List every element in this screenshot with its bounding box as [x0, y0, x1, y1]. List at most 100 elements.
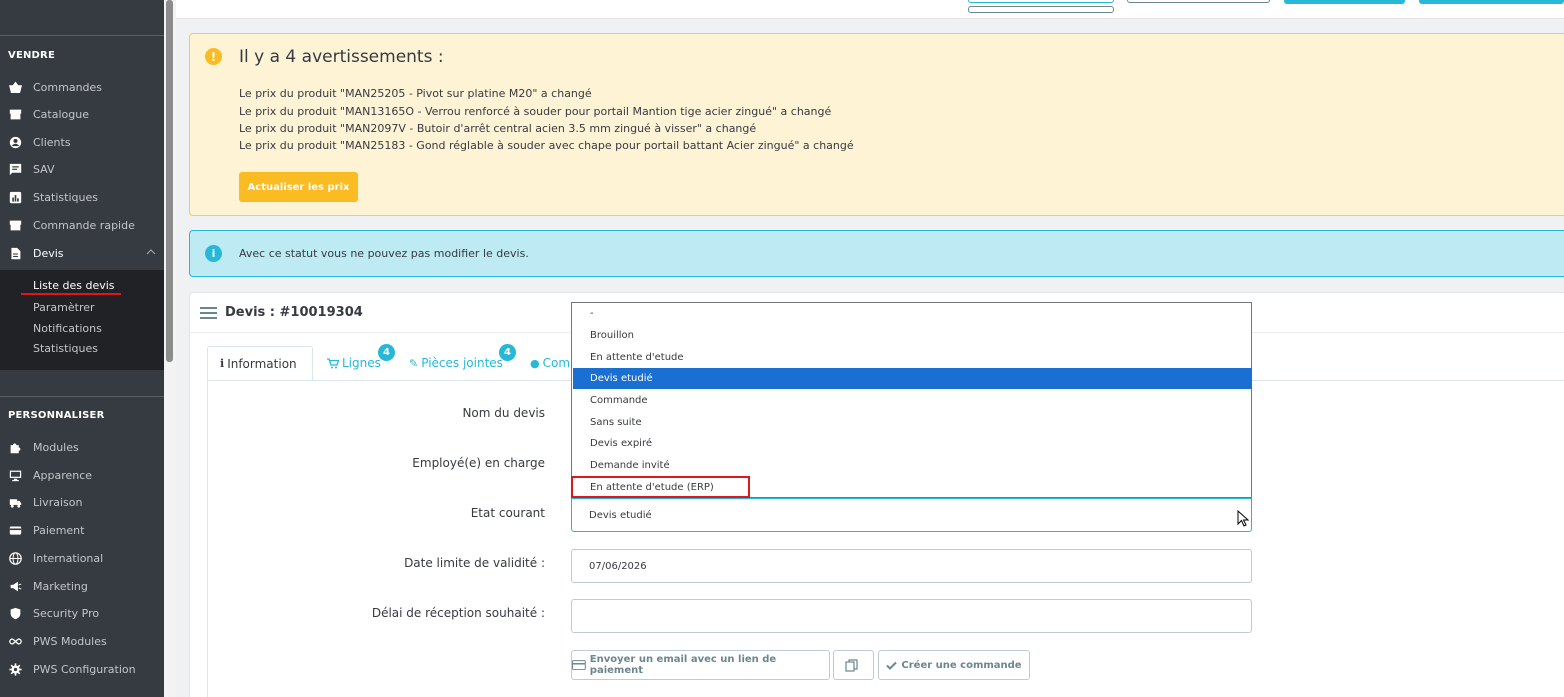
- update-prices-button[interactable]: Actualiser les prix: [239, 172, 358, 202]
- label-date-limite: Date limite de validité :: [404, 556, 545, 570]
- check-icon: [886, 661, 898, 670]
- sidebar-item-pws-modules[interactable]: PWS Modules: [8, 630, 160, 652]
- submenu-item-statistiques[interactable]: Statistiques: [33, 342, 98, 355]
- button-label: Créer une commande: [901, 659, 1022, 671]
- warning-line: Le prix du produit "MAN25205 - Pivot sur…: [239, 87, 592, 100]
- sidebar-item-label: SAV: [33, 162, 55, 176]
- sidebar-item-apparence[interactable]: Apparence: [8, 464, 160, 486]
- tab-label: Com: [542, 356, 571, 370]
- chat-icon: [8, 162, 22, 176]
- header-button[interactable]: [1284, 0, 1405, 4]
- comment-icon: ●: [530, 356, 540, 370]
- header-button[interactable]: [968, 0, 1114, 3]
- sidebar-section-personnaliser: PERSONNALISER: [8, 410, 105, 421]
- sidebar-item-catalogue[interactable]: Catalogue: [8, 103, 160, 125]
- warning-icon: !: [205, 48, 222, 65]
- sidebar-item-sav[interactable]: SAV: [8, 158, 160, 180]
- puzzle-icon: [8, 440, 22, 454]
- dropdown-option[interactable]: -: [573, 303, 1252, 324]
- submenu-item-liste-des-devis[interactable]: Liste des devis: [33, 279, 115, 292]
- store-icon: [8, 107, 22, 121]
- dropdown-option[interactable]: En attente d'etude: [573, 347, 1252, 368]
- paperclip-icon: ✎: [409, 356, 419, 370]
- warning-line: Le prix du produit "MAN25183 - Gond régl…: [239, 139, 854, 152]
- submenu-item-notifications[interactable]: Notifications: [33, 322, 102, 335]
- cart-icon: [327, 357, 339, 368]
- validity-date-input[interactable]: 07/06/2026: [571, 549, 1252, 583]
- tab-label: Pièces jointes: [421, 356, 503, 370]
- sidebar: VENDRE Commandes Catalogue Clients SAV S…: [0, 0, 164, 697]
- sidebar-item-modules[interactable]: Modules: [8, 436, 160, 458]
- sidebar-item-livraison[interactable]: Livraison: [8, 491, 160, 513]
- sidebar-item-label: Clients: [33, 135, 71, 149]
- account-icon: [8, 135, 22, 149]
- sidebar-item-label: Commande rapide: [33, 218, 135, 232]
- sidebar-item-security-pro[interactable]: Security Pro: [8, 602, 160, 624]
- sidebar-item-label: Paiement: [33, 523, 85, 537]
- store-icon: [8, 218, 22, 232]
- sidebar-item-label: Apparence: [33, 468, 93, 482]
- sidebar-item-label: Livraison: [33, 495, 83, 509]
- send-payment-email-button[interactable]: Envoyer un email avec un lien de paiemen…: [571, 650, 830, 680]
- submenu-item-parametrer[interactable]: Paramètrer: [33, 301, 95, 314]
- card-icon: [572, 660, 586, 670]
- basket-icon: [8, 80, 22, 94]
- sidebar-item-commandes[interactable]: Commandes: [8, 76, 160, 98]
- dropdown-option[interactable]: Sans suite: [573, 412, 1252, 433]
- sidebar-item-label: Devis: [33, 246, 64, 260]
- dropdown-option[interactable]: Brouillon: [573, 325, 1252, 346]
- sidebar-item-commande-rapide[interactable]: Commande rapide: [8, 214, 160, 236]
- copy-button[interactable]: [833, 650, 874, 680]
- infinity-icon: [8, 634, 22, 648]
- sidebar-item-statistiques[interactable]: Statistiques: [8, 186, 160, 208]
- sidebar-item-label: Catalogue: [33, 107, 89, 121]
- dropdown-option[interactable]: Commande: [573, 390, 1252, 411]
- warning-alert: ! Il y a 4 avertissements : Le prix du p…: [189, 33, 1564, 216]
- sidebar-divider: [0, 396, 164, 397]
- header-button[interactable]: [1127, 0, 1270, 3]
- sidebar-item-label: Modules: [33, 440, 79, 454]
- sidebar-item-clients[interactable]: Clients: [8, 131, 160, 153]
- red-underline-annotation: [21, 293, 121, 295]
- delivery-delay-input[interactable]: [571, 599, 1252, 633]
- red-highlight-annotation: [571, 476, 750, 498]
- mouse-cursor-icon: [1237, 510, 1250, 527]
- sidebar-item-label: Statistiques: [33, 190, 98, 204]
- info-small-icon: i: [220, 357, 225, 370]
- sidebar-item-label: Security Pro: [33, 606, 100, 620]
- sidebar-item-marketing[interactable]: Marketing: [8, 575, 160, 597]
- label-etat-courant: Etat courant: [470, 506, 545, 520]
- sidebar-item-international[interactable]: International: [8, 547, 160, 569]
- megaphone-icon: [8, 579, 22, 593]
- sidebar-divider: [0, 35, 164, 36]
- sidebar-item-label: International: [33, 551, 104, 565]
- tab-pieces-jointes[interactable]: ✎ Pièces jointes: [397, 346, 515, 380]
- truck-icon: [8, 495, 22, 509]
- dropdown-option[interactable]: Devis expiré: [573, 433, 1252, 454]
- label-employe-en-charge: Employé(e) en charge: [412, 456, 545, 470]
- sidebar-item-label: Commandes: [33, 80, 103, 94]
- info-icon: i: [205, 245, 222, 262]
- warning-line: Le prix du produit "MAN13165O - Verrou r…: [239, 105, 832, 118]
- tab-badge: 4: [378, 344, 395, 361]
- label-delai-reception: Délai de réception souhaité :: [371, 606, 545, 620]
- sidebar-item-paiement[interactable]: Paiement: [8, 519, 160, 541]
- shield-icon: [8, 606, 22, 620]
- state-select[interactable]: Devis etudié: [571, 498, 1252, 532]
- header-button[interactable]: [1419, 0, 1564, 4]
- sidebar-item-pws-configuration[interactable]: PWS Configuration: [8, 658, 160, 680]
- sidebar-item-devis[interactable]: Devis: [8, 242, 160, 264]
- info-alert: i Avec ce statut vous ne pouvez pas modi…: [189, 230, 1564, 277]
- dropdown-option-selected[interactable]: Devis etudié: [573, 368, 1252, 389]
- dropdown-option[interactable]: Demande invité: [573, 455, 1252, 476]
- copy-icon: [845, 658, 858, 672]
- state-dropdown-list: - Brouillon En attente d'etude Devis etu…: [571, 302, 1252, 498]
- create-order-button[interactable]: Créer une commande: [878, 650, 1030, 680]
- gear-icon: [8, 662, 22, 676]
- tab-badge: 4: [499, 344, 516, 361]
- scrollbar-thumb[interactable]: [166, 0, 173, 362]
- tab-label: Lignes: [342, 356, 381, 370]
- warning-title: Il y a 4 avertissements :: [239, 47, 444, 67]
- header-button[interactable]: [968, 6, 1114, 13]
- tab-information[interactable]: i Information: [207, 346, 313, 380]
